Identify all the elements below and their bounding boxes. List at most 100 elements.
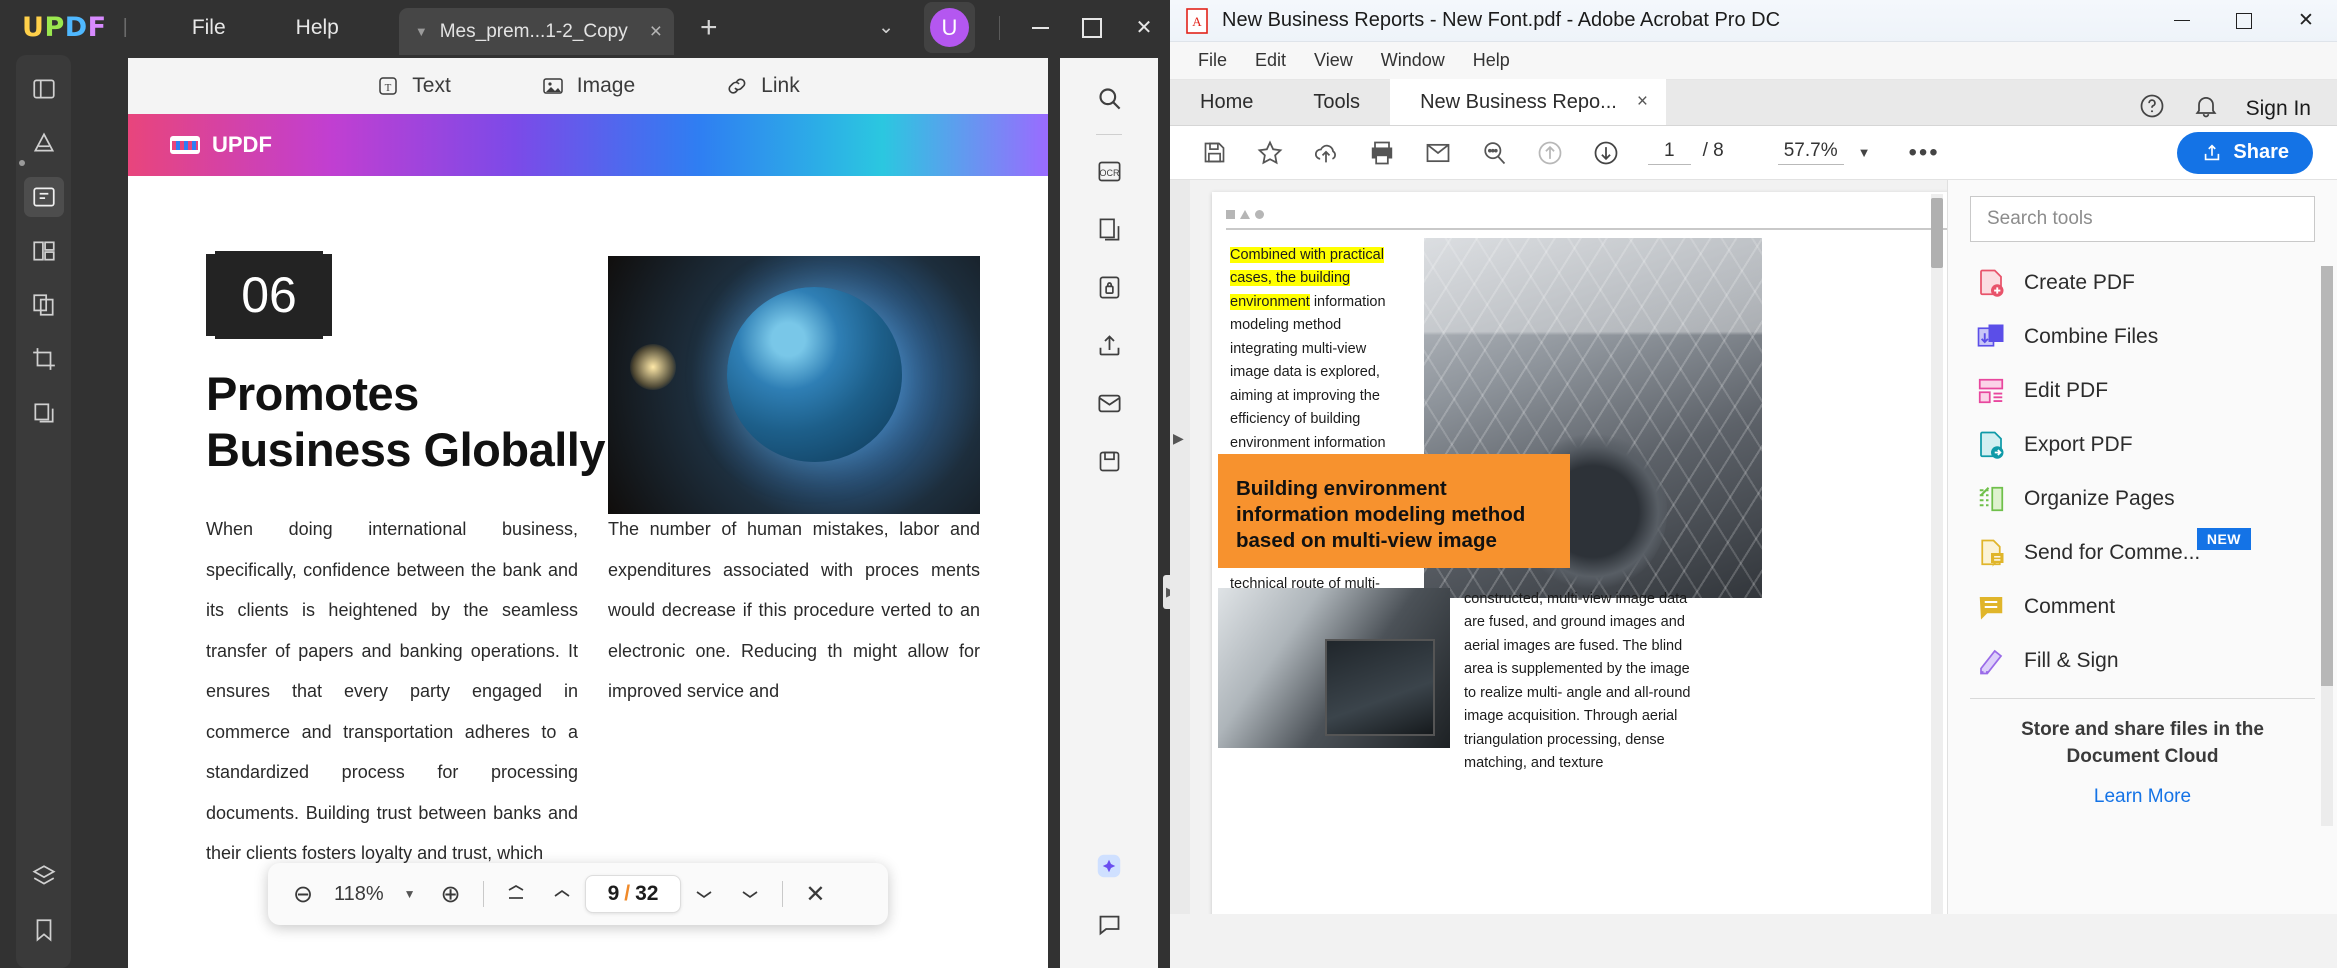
- minimize-button[interactable]: [1014, 0, 1066, 55]
- previous-page-icon[interactable]: [1522, 126, 1578, 180]
- tool-send-for-comment[interactable]: NEW Send for Comme...: [1948, 526, 2337, 580]
- rail-edit-icon[interactable]: [23, 177, 64, 217]
- more-options-button[interactable]: •••: [1908, 139, 1939, 167]
- page-current-input[interactable]: 1: [1648, 140, 1691, 165]
- zoom-control[interactable]: 57.7% ▼: [1777, 140, 1871, 165]
- document-cloud-line1: Store and share files in the: [2021, 719, 2264, 740]
- menu-file[interactable]: File: [1184, 46, 1241, 75]
- rail-bookmark-icon[interactable]: [24, 910, 64, 950]
- close-button[interactable]: ✕: [1118, 0, 1170, 55]
- rail-organize-icon[interactable]: [24, 285, 64, 325]
- document-paragraph-right: The number of human mistakes, labor and …: [608, 519, 980, 701]
- panel-expand-arrow[interactable]: ▶: [1173, 430, 1184, 447]
- next-page-icon[interactable]: [1578, 126, 1634, 180]
- first-page-button[interactable]: [493, 871, 539, 917]
- save-as-icon[interactable]: [1082, 437, 1136, 485]
- close-icon[interactable]: ×: [1637, 91, 1648, 113]
- favorite-star-icon[interactable]: [1242, 126, 1298, 180]
- document-vertical-scrollbar[interactable]: [1931, 194, 1943, 914]
- tool-combine-files[interactable]: Combine Files: [1948, 310, 2337, 364]
- zoom-out-button[interactable]: ⊖: [280, 871, 326, 917]
- tool-export-pdf[interactable]: Export PDF: [1948, 418, 2337, 472]
- zoom-level-value[interactable]: 118%: [326, 883, 392, 906]
- close-toolbar-button[interactable]: ✕: [792, 871, 838, 917]
- previous-page-button[interactable]: [539, 871, 585, 917]
- menu-edit[interactable]: Edit: [1241, 46, 1300, 75]
- document-paragraph-left: When doing international business, speci…: [206, 519, 578, 863]
- share-upload-icon[interactable]: [1082, 321, 1136, 369]
- close-button[interactable]: ✕: [2275, 0, 2337, 42]
- rail-pageedit-icon[interactable]: [24, 231, 64, 271]
- tools-panel-scrollbar[interactable]: [2321, 266, 2333, 826]
- search-icon[interactable]: [1082, 74, 1136, 122]
- document-copy-icon[interactable]: [1082, 205, 1136, 253]
- tool-fill-and-sign[interactable]: Fill & Sign: [1948, 634, 2337, 688]
- help-icon[interactable]: [2138, 92, 2166, 125]
- rail-annotate-icon[interactable]: [24, 123, 64, 163]
- notifications-bell-icon[interactable]: [2192, 92, 2220, 125]
- tool-comment[interactable]: Comment: [1948, 580, 2337, 634]
- rail-reader-icon[interactable]: [24, 69, 64, 109]
- minimize-button[interactable]: [2151, 0, 2213, 42]
- sign-in-button[interactable]: Sign In: [2246, 97, 2311, 121]
- cloud-upload-icon[interactable]: [1298, 126, 1354, 180]
- rail-layers-icon[interactable]: [24, 856, 64, 896]
- close-icon[interactable]: ×: [650, 20, 662, 44]
- tool-combine-files-label: Combine Files: [2024, 325, 2159, 348]
- maximize-button[interactable]: [2213, 0, 2275, 42]
- svg-text:OCR: OCR: [1099, 168, 1120, 178]
- menu-file[interactable]: File: [178, 10, 240, 46]
- maximize-button[interactable]: [1066, 0, 1118, 55]
- tab-home[interactable]: Home: [1170, 79, 1283, 125]
- ai-assistant-icon[interactable]: [1082, 842, 1136, 890]
- document-tab[interactable]: ▼ Mes_prem...1-2_Copy ×: [398, 8, 674, 55]
- rail-copy-icon[interactable]: [24, 393, 64, 433]
- comment-icon: [1976, 592, 2006, 622]
- acrobat-document-pane[interactable]: 1 Combined with practical cases, the bui…: [1190, 180, 1947, 914]
- chevron-down-icon[interactable]: ⌄: [858, 16, 914, 39]
- rail-crop-icon[interactable]: [24, 339, 64, 379]
- email-icon[interactable]: [1410, 126, 1466, 180]
- acrobat-left-panel-strip[interactable]: ▶: [1170, 180, 1190, 914]
- tool-create-pdf[interactable]: Create PDF: [1948, 256, 2337, 310]
- print-icon[interactable]: [1354, 126, 1410, 180]
- menu-window[interactable]: Window: [1367, 46, 1459, 75]
- tool-link[interactable]: Link: [725, 74, 800, 98]
- tool-organize-pages[interactable]: Organize Pages: [1948, 472, 2337, 526]
- learn-more-link[interactable]: Learn More: [1948, 786, 2337, 808]
- email-icon[interactable]: [1082, 379, 1136, 427]
- scrollbar-thumb[interactable]: [1931, 198, 1943, 268]
- menu-help[interactable]: Help: [1459, 46, 1524, 75]
- tab-document[interactable]: New Business Repo... ×: [1390, 79, 1666, 125]
- tab-tools[interactable]: Tools: [1283, 79, 1390, 125]
- panel-expand-arrow[interactable]: ▶: [1163, 575, 1170, 609]
- menu-view[interactable]: View: [1300, 46, 1367, 75]
- search-icon[interactable]: [1466, 126, 1522, 180]
- tool-image[interactable]: Image: [541, 74, 635, 98]
- scrollbar-thumb[interactable]: [2321, 266, 2333, 686]
- next-page-button[interactable]: [681, 871, 727, 917]
- tool-text[interactable]: T Text: [376, 74, 451, 98]
- page-indicator[interactable]: 1 / 8: [1648, 140, 1724, 165]
- chevron-down-icon[interactable]: ▼: [1858, 145, 1871, 160]
- search-tools-input[interactable]: Search tools: [1970, 196, 2315, 242]
- updf-document-page: UPDF 06 Promotes Business Globally When …: [128, 114, 1048, 968]
- comment-icon[interactable]: [1082, 900, 1136, 948]
- ocr-icon[interactable]: OCR: [1082, 147, 1136, 195]
- save-icon[interactable]: [1186, 126, 1242, 180]
- document-lock-icon[interactable]: [1082, 263, 1136, 311]
- share-button[interactable]: Share: [2177, 131, 2313, 174]
- menu-help[interactable]: Help: [282, 10, 353, 46]
- page-indicator[interactable]: 9/32: [584, 875, 682, 913]
- new-tab-button[interactable]: +: [700, 11, 718, 45]
- zoom-in-button[interactable]: ⊕: [428, 871, 474, 917]
- last-page-button[interactable]: [727, 871, 773, 917]
- tool-edit-pdf[interactable]: Edit PDF: [1948, 364, 2337, 418]
- chevron-down-icon[interactable]: ▼: [415, 24, 428, 39]
- document-cloud-message: Store and share files in the Document Cl…: [1948, 717, 2337, 770]
- chevron-down-icon[interactable]: ▼: [392, 887, 428, 901]
- share-icon: [2205, 143, 2220, 160]
- avatar-button[interactable]: U: [924, 2, 975, 53]
- page-total: 32: [635, 882, 659, 905]
- zoom-level-value[interactable]: 57.7%: [1777, 140, 1844, 165]
